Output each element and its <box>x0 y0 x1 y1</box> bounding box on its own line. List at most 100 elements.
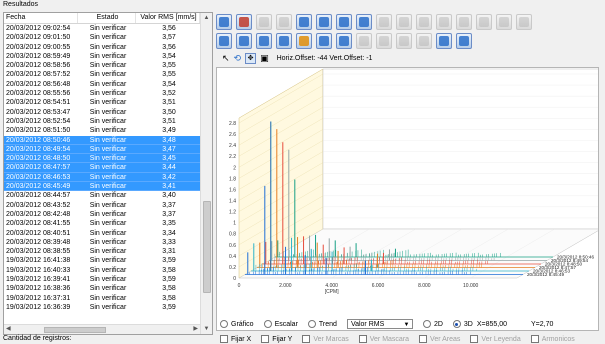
chart-line-button[interactable] <box>316 14 332 30</box>
table-row[interactable]: 20/03/2012 08:57:52 Sin verificar 3,55 <box>4 70 200 79</box>
table-row[interactable]: 20/03/2012 08:53:47 Sin verificar 3,50 <box>4 108 200 117</box>
report-button[interactable] <box>456 33 472 49</box>
scroll-up-icon[interactable]: ▲ <box>201 13 212 23</box>
table-row[interactable]: 20/03/2012 09:00:55 Sin verificar 3,56 <box>4 43 200 52</box>
chart-bar-icon <box>299 17 309 27</box>
table-row[interactable]: 20/03/2012 09:01:50 Sin verificar 3,57 <box>4 33 200 42</box>
table-row[interactable]: 20/03/2012 08:49:54 Sin verificar 3,47 <box>4 144 200 155</box>
table-row[interactable]: 19/03/2012 16:38:36 Sin verificar 3,58 <box>4 284 200 293</box>
table-row[interactable]: 19/03/2012 16:37:31 Sin verificar 3,58 <box>4 294 200 303</box>
table-row[interactable]: 20/03/2012 08:43:52 Sin verificar 3,37 <box>4 201 200 210</box>
fijar-y-checkbox[interactable] <box>261 335 270 343</box>
table-row[interactable]: 20/03/2012 08:52:54 Sin verificar 3,51 <box>4 117 200 126</box>
x-axis-label: [CPM] <box>325 289 340 295</box>
table-row[interactable]: 20/03/2012 08:59:49 Sin verificar 3,54 <box>4 52 200 61</box>
armonicos-checkbox[interactable] <box>530 335 539 343</box>
chart-area-button[interactable] <box>336 14 352 30</box>
table-row[interactable]: 20/03/2012 08:45:49 Sin verificar 3,41 <box>4 182 200 192</box>
rotate-button[interactable] <box>216 14 232 30</box>
spectrum-chart-area[interactable]: 0 0.2 0.4 0.6 0.8 1 1.2 1.4 1.6 1.8 2 2.2 2.4 2.6 2.8 0… <box>216 67 602 331</box>
cascade-button[interactable] <box>336 33 352 49</box>
table-row[interactable]: 19/03/2012 16:39:41 Sin verificar 3,59 <box>4 275 200 284</box>
table-row[interactable]: 20/03/2012 08:54:51 Sin verificar 3,51 <box>4 98 200 107</box>
table-row[interactable]: 20/03/2012 09:02:54 Sin verificar 3,56 <box>4 24 200 33</box>
camera-tool-icon[interactable]: ▣ <box>260 53 269 64</box>
trend-variable-select[interactable]: Valor RMS ▼ <box>346 319 413 329</box>
scroll-thumb[interactable] <box>203 201 211 293</box>
ver-mascara-checkbox[interactable] <box>358 335 367 343</box>
sideband-button[interactable] <box>436 14 452 30</box>
3d-radio[interactable] <box>452 320 461 328</box>
waterfall-button[interactable] <box>316 33 332 49</box>
save-button[interactable] <box>376 33 392 49</box>
image-button[interactable] <box>476 14 492 30</box>
chart-bar-button[interactable] <box>296 14 312 30</box>
x-readout: X=855,00 <box>476 320 508 328</box>
table-row[interactable]: 20/03/2012 08:46:53 Sin verificar 3,42 <box>4 172 200 183</box>
zoom-fit-button[interactable] <box>256 33 272 49</box>
table-row[interactable]: 19/03/2012 16:41:38 Sin verificar 3,59 <box>4 256 200 265</box>
table-row[interactable]: 20/03/2012 08:55:56 Sin verificar 3,52 <box>4 89 200 98</box>
rotate-tool-icon[interactable]: ⟲ <box>234 53 242 64</box>
ver-marcas-checkbox[interactable] <box>302 335 311 343</box>
clear-button[interactable] <box>356 33 372 49</box>
zoom-out-button[interactable] <box>236 33 252 49</box>
print-button[interactable] <box>516 14 532 30</box>
table-row[interactable]: 20/03/2012 08:41:55 Sin verificar 3,35 <box>4 219 200 228</box>
filter-button[interactable] <box>416 33 432 49</box>
cell-fecha: 20/03/2012 08:47:57 <box>4 163 78 173</box>
grafico-radio[interactable] <box>220 320 228 328</box>
image-icon <box>479 17 489 27</box>
table-row[interactable]: 20/03/2012 08:47:57 Sin verificar 3,44 <box>4 163 200 173</box>
cell-fecha: 20/03/2012 08:41:55 <box>6 220 71 228</box>
zoom-window-button[interactable] <box>276 33 292 49</box>
scroll-down-icon[interactable]: ▼ <box>201 324 212 334</box>
column-header-estado[interactable]: Estado <box>78 13 136 23</box>
trend-radio[interactable] <box>307 320 316 328</box>
column-header-valor-rms[interactable]: Valor RMS [mm/s] <box>136 13 200 23</box>
load-button[interactable] <box>396 33 412 49</box>
table-row[interactable]: 20/03/2012 08:56:48 Sin verificar 3,54 <box>4 80 200 89</box>
column-header-fecha[interactable]: Fecha <box>4 13 78 23</box>
fijar-x-checkbox[interactable] <box>220 335 228 343</box>
copy-button[interactable] <box>496 14 512 30</box>
table-row[interactable]: 20/03/2012 08:40:51 Sin verificar 3,34 <box>4 229 200 238</box>
table-row[interactable]: 20/03/2012 08:39:48 Sin verificar 3,33 <box>4 238 200 247</box>
export-button[interactable] <box>456 14 472 30</box>
table-row[interactable]: 19/03/2012 16:40:33 Sin verificar 3,58 <box>4 266 200 275</box>
hscroll-thumb[interactable] <box>44 327 106 333</box>
ver-leyenda-checkbox[interactable] <box>470 335 479 343</box>
grid-icon <box>259 17 269 27</box>
cell-estado: Sin verificar <box>78 154 136 164</box>
series-label: 20/3/2012 8:45:49 <box>527 272 564 277</box>
zoom-reset-button[interactable] <box>236 14 252 30</box>
alarm-button[interactable] <box>436 33 452 49</box>
table-row[interactable]: 20/03/2012 08:44:57 Sin verificar 3,40 <box>4 191 200 200</box>
table-button[interactable] <box>276 14 292 30</box>
table-row[interactable]: 20/03/2012 08:48:50 Sin verificar 3,45 <box>4 154 200 164</box>
ver-areas-checkbox[interactable] <box>419 335 428 343</box>
results-table[interactable]: Fecha Estado Valor RMS [mm/s] 20/03/2012… <box>3 12 213 335</box>
2d-radio[interactable] <box>422 320 431 328</box>
table-row[interactable]: 20/03/2012 08:38:55 Sin verificar 3,31 <box>4 247 200 256</box>
vertical-scrollbar[interactable]: ▲ ▼ <box>200 13 212 334</box>
escalar-radio[interactable] <box>263 320 272 328</box>
harmonic-button[interactable] <box>376 14 392 30</box>
pointer-tool-icon[interactable]: ↖ <box>222 53 230 64</box>
scroll-left-icon[interactable]: ◀ <box>6 325 11 334</box>
scroll-right-icon[interactable]: ▶ <box>193 325 198 334</box>
table-row[interactable]: 20/03/2012 08:51:50 Sin verificar 3,49 <box>4 126 200 135</box>
table-row[interactable]: 20/03/2012 08:50:46 Sin verificar 3,48 <box>4 135 200 145</box>
table-row[interactable]: 20/03/2012 08:42:48 Sin verificar 3,37 <box>4 210 200 219</box>
chevron-down-icon[interactable]: ▼ <box>402 320 411 328</box>
move-tool-icon[interactable]: ✥ <box>245 52 257 64</box>
marker-button[interactable] <box>356 14 372 30</box>
spectrum-button[interactable] <box>296 33 312 49</box>
table-row[interactable]: 19/03/2012 16:36:39 Sin verificar 3,59 <box>4 303 200 312</box>
horizontal-scrollbar[interactable]: ◀ ▶ <box>4 324 200 334</box>
grid-button[interactable] <box>256 14 272 30</box>
peak-button[interactable] <box>416 14 432 30</box>
zoom-in-button[interactable] <box>216 33 232 49</box>
table-row[interactable]: 20/03/2012 08:58:56 Sin verificar 3,55 <box>4 61 200 70</box>
band-button[interactable] <box>396 14 412 30</box>
